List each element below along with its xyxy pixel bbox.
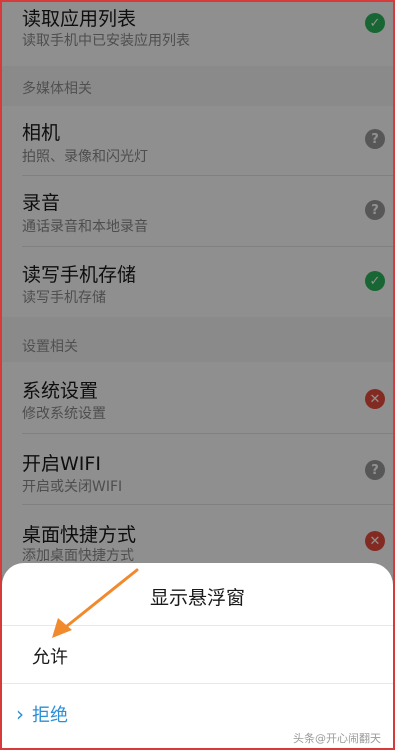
screenshot-frame bbox=[0, 0, 395, 750]
